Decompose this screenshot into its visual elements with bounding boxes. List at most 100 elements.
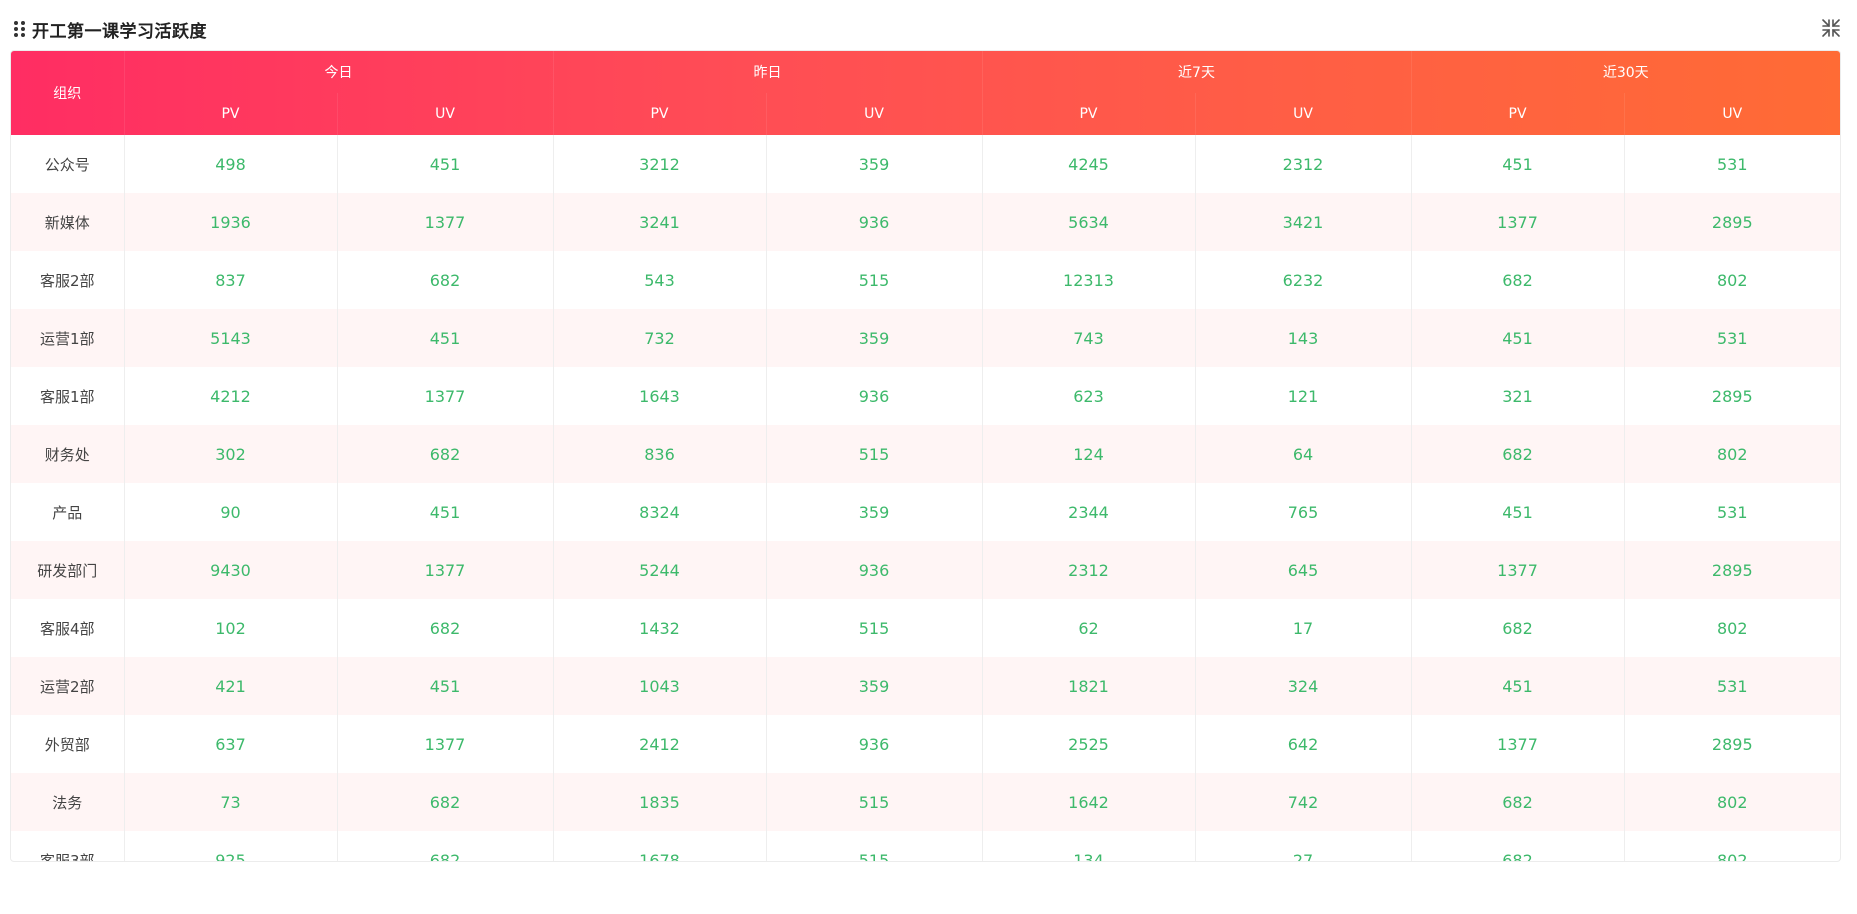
pv-cell: 623 (982, 367, 1196, 425)
uv-cell: 936 (766, 367, 983, 425)
table-row: 运营2部 421 451 1043 359 1821 324 451 531 (11, 657, 1840, 715)
pv-cell: 12313 (982, 251, 1196, 309)
pv-cell: 743 (982, 309, 1196, 367)
uv-cell: 3421 (1195, 193, 1412, 251)
uv-cell: 17 (1195, 599, 1412, 657)
uv-cell: 515 (766, 251, 983, 309)
uv-cell: 682 (337, 425, 554, 483)
pv-cell: 73 (124, 773, 338, 831)
uv-cell: 359 (766, 483, 983, 541)
uv-cell: 451 (337, 309, 554, 367)
pv-cell: 3212 (553, 135, 767, 193)
uv-cell: 2895 (1624, 541, 1840, 599)
uv-cell: 642 (1195, 715, 1412, 773)
pv-cell: 682 (1411, 831, 1625, 861)
group-header: 今日 (124, 51, 554, 93)
org-cell: 法务 (11, 773, 125, 831)
uv-cell: 515 (766, 831, 983, 861)
org-cell: 客服2部 (11, 251, 125, 309)
uv-cell: 802 (1624, 425, 1840, 483)
uv-cell: 451 (337, 657, 554, 715)
uv-cell: 802 (1717, 270, 1748, 290)
org-cell: 外贸部 (11, 715, 125, 773)
table-row: 法务 73 682 1835 515 1642 742 682 802 (11, 773, 1840, 831)
drag-handle-icon[interactable] (14, 21, 26, 37)
uv-cell: 64 (1195, 425, 1412, 483)
pv-cell: 682 (1411, 251, 1625, 309)
uv-cell: 121 (1195, 367, 1412, 425)
activity-table: 组织 今日 昨日 近7天 近30天 PV UV PV UV PV UV PV U… (10, 50, 1841, 862)
uv-cell: 1377 (337, 541, 554, 599)
org-cell: 财务处 (11, 425, 125, 483)
pv-cell: 8324 (553, 483, 767, 541)
uv-cell: 451 (337, 135, 554, 193)
pv-cell: 682 (1411, 425, 1625, 483)
table-row: 产品 90 451 8324 359 2344 765 451 531 (11, 483, 1840, 541)
pv-cell: 1821 (982, 657, 1196, 715)
uv-cell: 936 (766, 715, 983, 773)
org-cell: 运营2部 (11, 657, 125, 715)
pv-cell: 421 (124, 657, 338, 715)
pv-cell: 1835 (553, 773, 767, 831)
pv-cell: 1643 (553, 367, 767, 425)
uv-cell: 6232 (1195, 251, 1412, 309)
pv-cell: 925 (124, 831, 338, 861)
uv-cell: 451 (337, 483, 554, 541)
table-row: 客服1部 4212 1377 1643 936 623 121 321 2895 (11, 367, 1840, 425)
uv-cell: 765 (1195, 483, 1412, 541)
uv-cell: 802 (1717, 618, 1748, 638)
pv-cell: 4212 (124, 367, 338, 425)
org-cell: 客服3部 (11, 831, 125, 861)
pv-cell: 682 (1411, 773, 1625, 831)
table-row: 运营1部 5143 451 732 359 743 143 451 531 (11, 309, 1840, 367)
uv-cell: 1377 (337, 367, 554, 425)
pv-cell: 302 (124, 425, 338, 483)
pv-cell: 1678 (553, 831, 767, 861)
pv-cell: 62 (982, 599, 1196, 657)
uv-cell: 742 (1195, 773, 1412, 831)
table-row: 新媒体 1936 1377 3241 936 5634 3421 1377 2895 (11, 193, 1840, 251)
pv-cell: 5244 (553, 541, 767, 599)
uv-cell: 531 (1624, 657, 1840, 715)
uv-cell: 531 (1717, 502, 1748, 522)
pv-cell: 1043 (553, 657, 767, 715)
collapse-icon[interactable] (1821, 18, 1841, 38)
metric-header-pv: PV (982, 93, 1196, 135)
pv-cell: 836 (553, 425, 767, 483)
uv-cell: 515 (766, 425, 983, 483)
pv-cell: 498 (124, 135, 338, 193)
uv-cell: 2895 (1711, 386, 1753, 406)
org-cell: 客服1部 (11, 367, 125, 425)
table-header: 组织 今日 昨日 近7天 近30天 PV UV PV UV PV UV PV U… (11, 51, 1840, 135)
org-cell: 客服4部 (11, 599, 125, 657)
table-row: 客服2部 837 682 543 515 12313 6232 682 802 (11, 251, 1840, 309)
pv-cell: 1377 (1411, 541, 1625, 599)
pv-cell: 1642 (982, 773, 1196, 831)
panel-header: 开工第一课学习活跃度 (14, 16, 1843, 42)
pv-cell: 2412 (553, 715, 767, 773)
pv-cell: 90 (124, 483, 338, 541)
pv-cell: 102 (124, 599, 338, 657)
uv-cell: 1377 (337, 193, 554, 251)
uv-cell: 359 (766, 657, 983, 715)
uv-cell: 2312 (1195, 135, 1412, 193)
pv-cell: 732 (553, 309, 767, 367)
table-row: 客服3部 925 682 1678 515 134 27 682 802 (11, 831, 1840, 861)
uv-cell: 515 (766, 599, 983, 657)
pv-cell: 1377 (1411, 715, 1625, 773)
uv-cell: 531 (1624, 309, 1840, 367)
org-cell: 运营1部 (11, 309, 125, 367)
table-body: 公众号 498 451 3212 359 4245 2312 451 531 新媒体 1936 137… (11, 135, 1840, 861)
pv-cell: 1432 (553, 599, 767, 657)
metric-header-uv: UV (1195, 93, 1412, 135)
uv-cell: 515 (766, 773, 983, 831)
table-row: 研发部门 9430 1377 5244 936 2312 645 1377 2895 (11, 541, 1840, 599)
org-cell: 研发部门 (11, 541, 125, 599)
pv-cell: 2344 (982, 483, 1196, 541)
table-row: 财务处 302 682 836 515 124 64 682 802 (11, 425, 1840, 483)
uv-cell: 936 (766, 193, 983, 251)
metric-header-pv: PV (553, 93, 767, 135)
uv-cell: 682 (337, 251, 554, 309)
uv-cell: 143 (1195, 309, 1412, 367)
uv-cell: 682 (337, 599, 554, 657)
